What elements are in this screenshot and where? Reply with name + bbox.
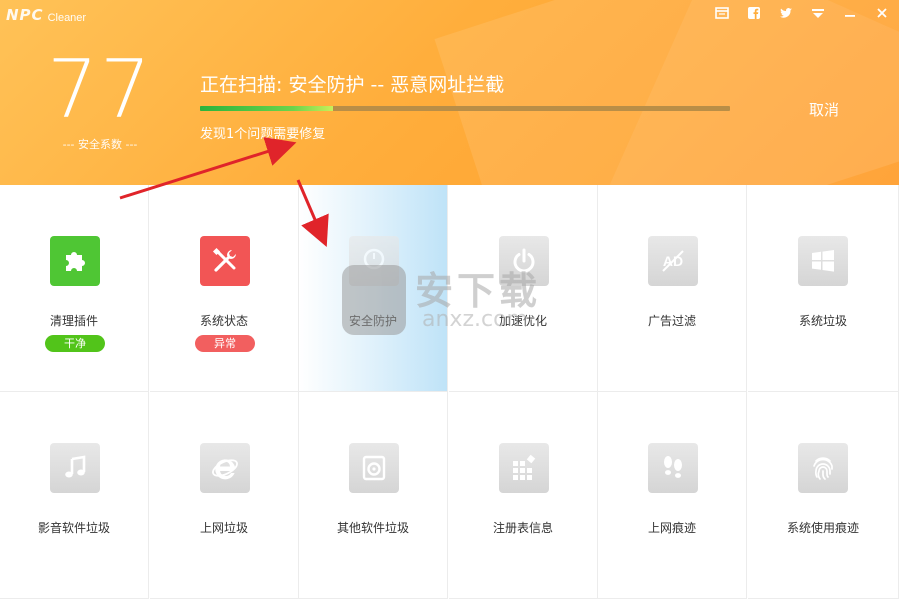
disc-icon	[349, 443, 399, 493]
category-tile-label: 安全防护	[348, 314, 397, 328]
footprints-icon	[648, 443, 698, 493]
music-icon	[50, 443, 100, 493]
minimize-icon[interactable]	[839, 4, 861, 22]
category-tile[interactable]: 其他软件垃圾	[299, 392, 448, 599]
status-badge: 异常	[195, 335, 255, 352]
ad-block-icon: AD	[648, 236, 698, 286]
cancel-button[interactable]: 取消	[800, 98, 848, 120]
tools-icon	[200, 236, 250, 286]
category-tile-label: 加速优化	[498, 314, 547, 328]
close-icon[interactable]	[871, 4, 893, 22]
window-controls	[711, 4, 893, 22]
category-tile[interactable]: 上网垃圾	[150, 392, 299, 599]
issues-found-text: 发现1个问题需要修复	[200, 127, 326, 142]
fingerprint-icon	[798, 443, 848, 493]
category-tile[interactable]: 清理插件 干净	[0, 185, 149, 392]
scan-header: NPC Cleaner 77 --- 安全系数 --- 正在扫描: 安全防护 -…	[0, 0, 899, 185]
logo-mark: NPC	[6, 6, 44, 24]
category-grid: 清理插件干净系统状态异常安全防护加速优化AD广告过滤系统垃圾影音软件垃圾上网垃圾…	[0, 185, 899, 601]
app-logo: NPC Cleaner	[6, 6, 86, 24]
safety-score-label: --- 安全系数 ---	[62, 138, 138, 151]
category-tile-label: 广告过滤	[647, 314, 696, 328]
registry-icon	[499, 443, 549, 493]
scan-progress-fill	[200, 106, 333, 111]
category-tile-label: 系统垃圾	[798, 314, 847, 328]
feedback-icon[interactable]	[711, 4, 733, 22]
category-tile-label: 注册表信息	[492, 521, 553, 535]
safety-score: 77 --- 安全系数 ---	[44, 48, 156, 152]
power-icon	[499, 236, 549, 286]
category-tile-label: 上网痕迹	[647, 521, 696, 535]
ie-icon	[200, 443, 250, 493]
scan-status-title: 正在扫描: 安全防护 -- 恶意网址拦截	[200, 74, 505, 96]
category-tile-label: 系统状态	[199, 314, 248, 328]
facebook-icon[interactable]	[743, 4, 765, 22]
category-tile-label: 影音软件垃圾	[37, 521, 110, 535]
category-tile[interactable]: 系统使用痕迹	[748, 392, 899, 599]
category-tile[interactable]: 系统垃圾	[748, 185, 899, 392]
puzzle-icon	[50, 236, 100, 286]
category-tile[interactable]: 上网痕迹	[598, 392, 747, 599]
logo-text: Cleaner	[47, 12, 87, 24]
status-badge: 干净	[45, 335, 105, 352]
category-tile[interactable]: 加速优化	[449, 185, 598, 392]
category-tile[interactable]: 影音软件垃圾	[0, 392, 149, 599]
category-tile[interactable]: 注册表信息	[449, 392, 598, 599]
category-tile-label: 清理插件	[49, 314, 98, 328]
windows-icon	[798, 236, 848, 286]
shield-icon	[349, 236, 399, 286]
category-tile-label: 上网垃圾	[199, 521, 248, 535]
menu-icon[interactable]	[807, 4, 829, 22]
safety-score-value: 77	[47, 43, 153, 136]
category-tile-label: 系统使用痕迹	[786, 521, 859, 535]
twitter-icon[interactable]	[775, 4, 797, 22]
category-tile[interactable]: AD 广告过滤	[598, 185, 747, 392]
category-tile[interactable]: 安全防护	[299, 185, 448, 392]
scan-progress-bar	[200, 106, 730, 111]
category-tile[interactable]: 系统状态 异常	[150, 185, 299, 392]
category-tile-label: 其他软件垃圾	[336, 521, 409, 535]
